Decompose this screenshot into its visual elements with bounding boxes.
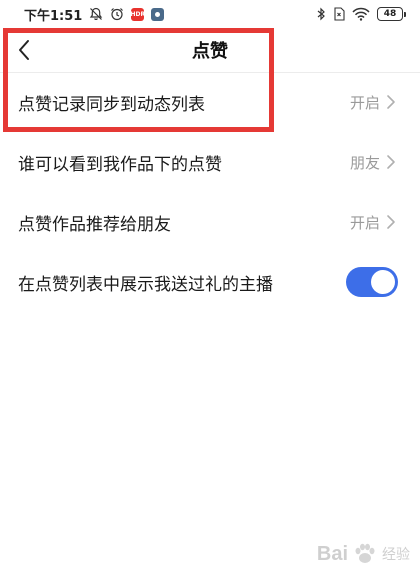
setting-recommend-liked-to-friends[interactable]: 点赞作品推荐给朋友 开启 [0,192,420,252]
paw-icon [355,543,375,563]
setting-sync-likes-to-feed[interactable]: 点赞记录同步到动态列表 开启 [0,72,420,132]
chevron-right-icon [387,95,395,109]
toggle-knob [371,270,395,294]
watermark-brand: Bai [316,542,348,565]
settings-list: 点赞记录同步到动态列表 开启 谁可以看到我作品下的点赞 朋友 点赞作品推荐给朋友… [0,72,420,312]
wifi-icon [352,7,370,21]
setting-label: 在点赞列表中展示我送过礼的主播 [18,274,273,295]
back-chevron-icon [19,40,29,60]
setting-value: 开启 [349,93,380,112]
setting-value-wrap: 开启 [350,92,396,113]
setting-value-wrap: 开启 [350,212,396,233]
alarm-clock-icon [110,7,124,21]
setting-value-wrap: 朋友 [350,152,396,173]
status-left: 下午1:51 HDR [24,5,165,24]
page-title: 点赞 [192,41,228,62]
gifted-streamers-toggle[interactable] [346,267,398,297]
chevron-right-icon [387,215,395,229]
setting-label: 点赞作品推荐给朋友 [18,214,171,235]
battery-icon: 48 [377,7,406,21]
status-time: 下午1:51 [24,8,83,24]
nav-bar: 点赞 [0,28,420,72]
baidu-watermark: Bai 经验 [317,541,410,567]
red-app-badge-icon: HDR [131,7,145,21]
mute-bell-icon [89,7,103,21]
setting-show-gifted-streamers: 在点赞列表中展示我送过礼的主播 [0,252,420,312]
status-bar: 下午1:51 HDR 48 [0,0,420,28]
setting-label: 点赞记录同步到动态列表 [18,94,205,115]
setting-value: 朋友 [349,153,380,172]
setting-label: 谁可以看到我作品下的点赞 [18,154,222,175]
battery-level: 48 [377,7,403,21]
setting-value: 开启 [349,213,380,232]
status-right: 48 [316,7,406,21]
blue-app-badge-icon [151,7,165,21]
setting-who-can-see-likes[interactable]: 谁可以看到我作品下的点赞 朋友 [0,132,420,192]
watermark-suffix: 经验 [382,546,410,562]
no-sim-icon [333,7,345,21]
back-button[interactable] [8,34,40,66]
bluetooth-icon [316,7,326,21]
chevron-right-icon [387,155,395,169]
